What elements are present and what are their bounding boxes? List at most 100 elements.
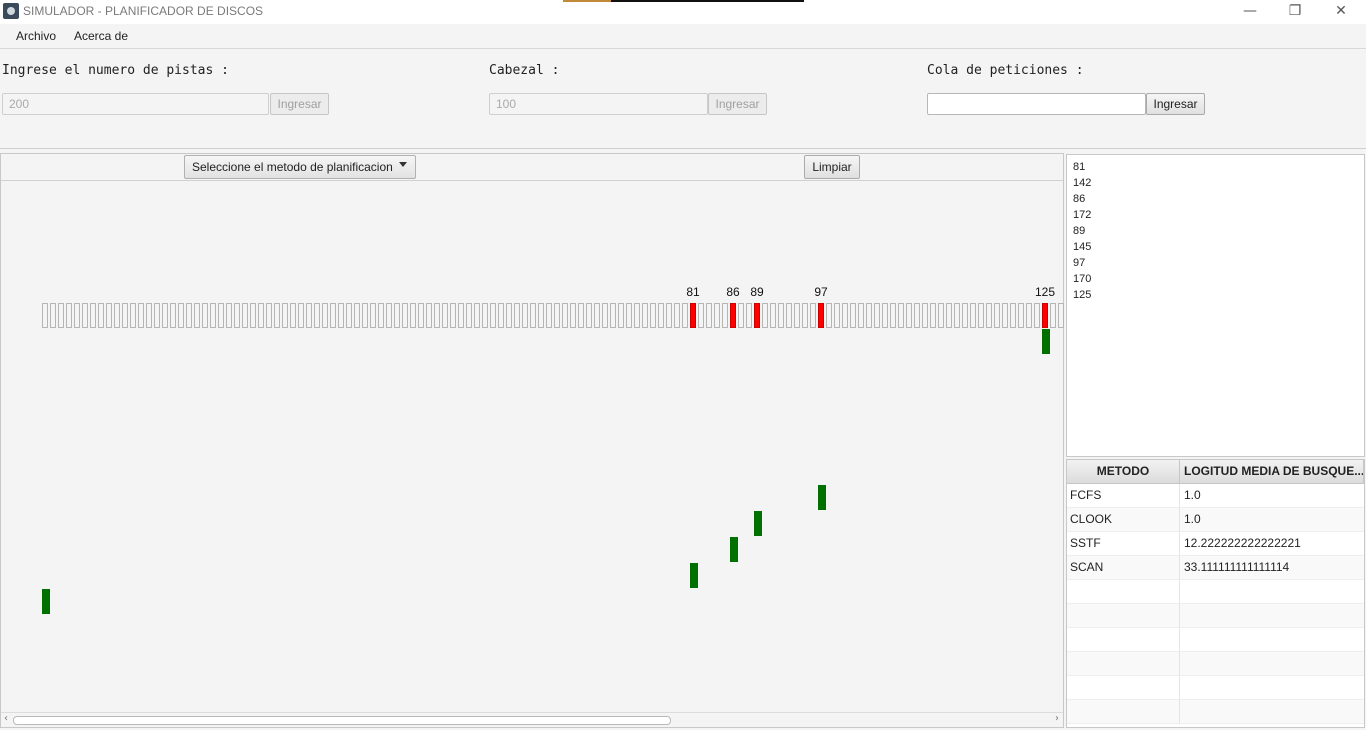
- tracks-submit-button[interactable]: Ingresar: [270, 93, 329, 115]
- simulation-canvas: [0, 153, 1064, 728]
- track-cell: [746, 303, 752, 328]
- method-cell: [1067, 604, 1180, 627]
- track-cell: [498, 303, 504, 328]
- track-cell: [994, 303, 1000, 328]
- table-row[interactable]: FCFS 1.0: [1067, 484, 1364, 508]
- track-cell: [242, 303, 248, 328]
- track-cell: [538, 303, 544, 328]
- queue-list-item[interactable]: 97: [1073, 255, 1358, 271]
- head-position-marker: [730, 537, 738, 562]
- track-cell: [338, 303, 344, 328]
- results-table[interactable]: METODO LOGITUD MEDIA DE BUSQUE... FCFS 1.…: [1066, 459, 1365, 728]
- track-cell: [450, 303, 456, 328]
- table-row-empty: [1067, 700, 1364, 724]
- track-cell: [186, 303, 192, 328]
- track-cell: [970, 303, 976, 328]
- scroll-left-icon[interactable]: ‹: [4, 713, 8, 724]
- close-button[interactable]: ✕: [1318, 0, 1364, 24]
- queue-list-item[interactable]: 170: [1073, 271, 1358, 287]
- track-cell: [386, 303, 392, 328]
- tracks-input[interactable]: 200: [2, 93, 269, 115]
- queue-list-item[interactable]: 89: [1073, 223, 1358, 239]
- track-cell: [322, 303, 328, 328]
- canvas-toolbar: [1, 154, 1063, 181]
- track-cell: [586, 303, 592, 328]
- table-row[interactable]: SCAN 33.111111111111114: [1067, 556, 1364, 580]
- track-cell: [282, 303, 288, 328]
- track-cell: [930, 303, 936, 328]
- track-cell: [226, 303, 232, 328]
- restore-button[interactable]: ❐: [1272, 0, 1318, 24]
- track-cell: [314, 303, 320, 328]
- track-cell: [178, 303, 184, 328]
- method-select[interactable]: Seleccione el metodo de planificacion: [184, 155, 416, 179]
- queue-list-item[interactable]: 142: [1073, 175, 1358, 191]
- track-cell: [506, 303, 512, 328]
- queue-input[interactable]: [927, 93, 1146, 115]
- track-cell: [202, 303, 208, 328]
- track-cell: [666, 303, 672, 328]
- clear-button[interactable]: Limpiar: [804, 155, 860, 179]
- seek-length-cell: [1180, 652, 1364, 675]
- queue-submit-button[interactable]: Ingresar: [1146, 93, 1205, 115]
- track-cell: [250, 303, 256, 328]
- track-cell: [722, 303, 728, 328]
- scrollbar-thumb[interactable]: [13, 716, 671, 725]
- menu-acerca-de[interactable]: Acerca de: [74, 29, 128, 43]
- head-label: Cabezal :: [489, 63, 560, 78]
- table-row[interactable]: CLOOK 1.0: [1067, 508, 1364, 532]
- track-cell: [802, 303, 808, 328]
- track-cell: [98, 303, 104, 328]
- table-row-empty: [1067, 652, 1364, 676]
- taskbar-strip: [563, 0, 804, 2]
- track-label: 125: [1034, 285, 1056, 299]
- head-input[interactable]: 100: [489, 93, 708, 115]
- head-submit-button[interactable]: Ingresar: [708, 93, 767, 115]
- method-cell: SSTF: [1067, 532, 1180, 555]
- track-cell: [682, 303, 688, 328]
- track-cell: [714, 303, 720, 328]
- queue-list-item[interactable]: 145: [1073, 239, 1358, 255]
- track-cell: [442, 303, 448, 328]
- track-cell: [962, 303, 968, 328]
- request-queue-list[interactable]: 81 142 86 172 89 145 97 170 125: [1066, 154, 1365, 457]
- track-cell: [874, 303, 880, 328]
- table-row[interactable]: SSTF 12.222222222222221: [1067, 532, 1364, 556]
- table-row-empty: [1067, 676, 1364, 700]
- track-cell: [658, 303, 664, 328]
- track-cell: [434, 303, 440, 328]
- track-cell: [650, 303, 656, 328]
- column-header-metodo[interactable]: METODO: [1067, 460, 1180, 484]
- track-cell: [346, 303, 352, 328]
- queue-list-item[interactable]: 86: [1073, 191, 1358, 207]
- queue-list-item[interactable]: 172: [1073, 207, 1358, 223]
- method-cell: CLOOK: [1067, 508, 1180, 531]
- track-label: 89: [750, 285, 764, 299]
- track-cell: [922, 303, 928, 328]
- queue-list-item[interactable]: 125: [1073, 287, 1358, 303]
- minimize-button[interactable]: —: [1227, 0, 1273, 24]
- head-position-marker: [754, 511, 762, 536]
- track-cell: [402, 303, 408, 328]
- track-cell: [74, 303, 80, 328]
- method-cell: [1067, 652, 1180, 675]
- track-cell: [562, 303, 568, 328]
- scroll-right-icon[interactable]: ›: [1055, 713, 1059, 724]
- track-cell: [954, 303, 960, 328]
- track-cell: [82, 303, 88, 328]
- column-header-longitud[interactable]: LOGITUD MEDIA DE BUSQUE...: [1180, 460, 1364, 484]
- seek-length-cell: [1180, 580, 1364, 603]
- track-cell: [1026, 303, 1032, 328]
- queue-list-item[interactable]: 81: [1073, 159, 1358, 175]
- track-cell: [978, 303, 984, 328]
- menu-archivo[interactable]: Archivo: [16, 29, 56, 43]
- horizontal-scrollbar[interactable]: ‹ ›: [1, 712, 1063, 727]
- method-cell: SCAN: [1067, 556, 1180, 579]
- seek-length-cell: [1180, 700, 1364, 723]
- track-cell: [274, 303, 280, 328]
- method-cell: [1067, 676, 1180, 699]
- track-cell: [914, 303, 920, 328]
- menu-bar: [0, 24, 1366, 49]
- track-cell: [354, 303, 360, 328]
- track-cell: [130, 303, 136, 328]
